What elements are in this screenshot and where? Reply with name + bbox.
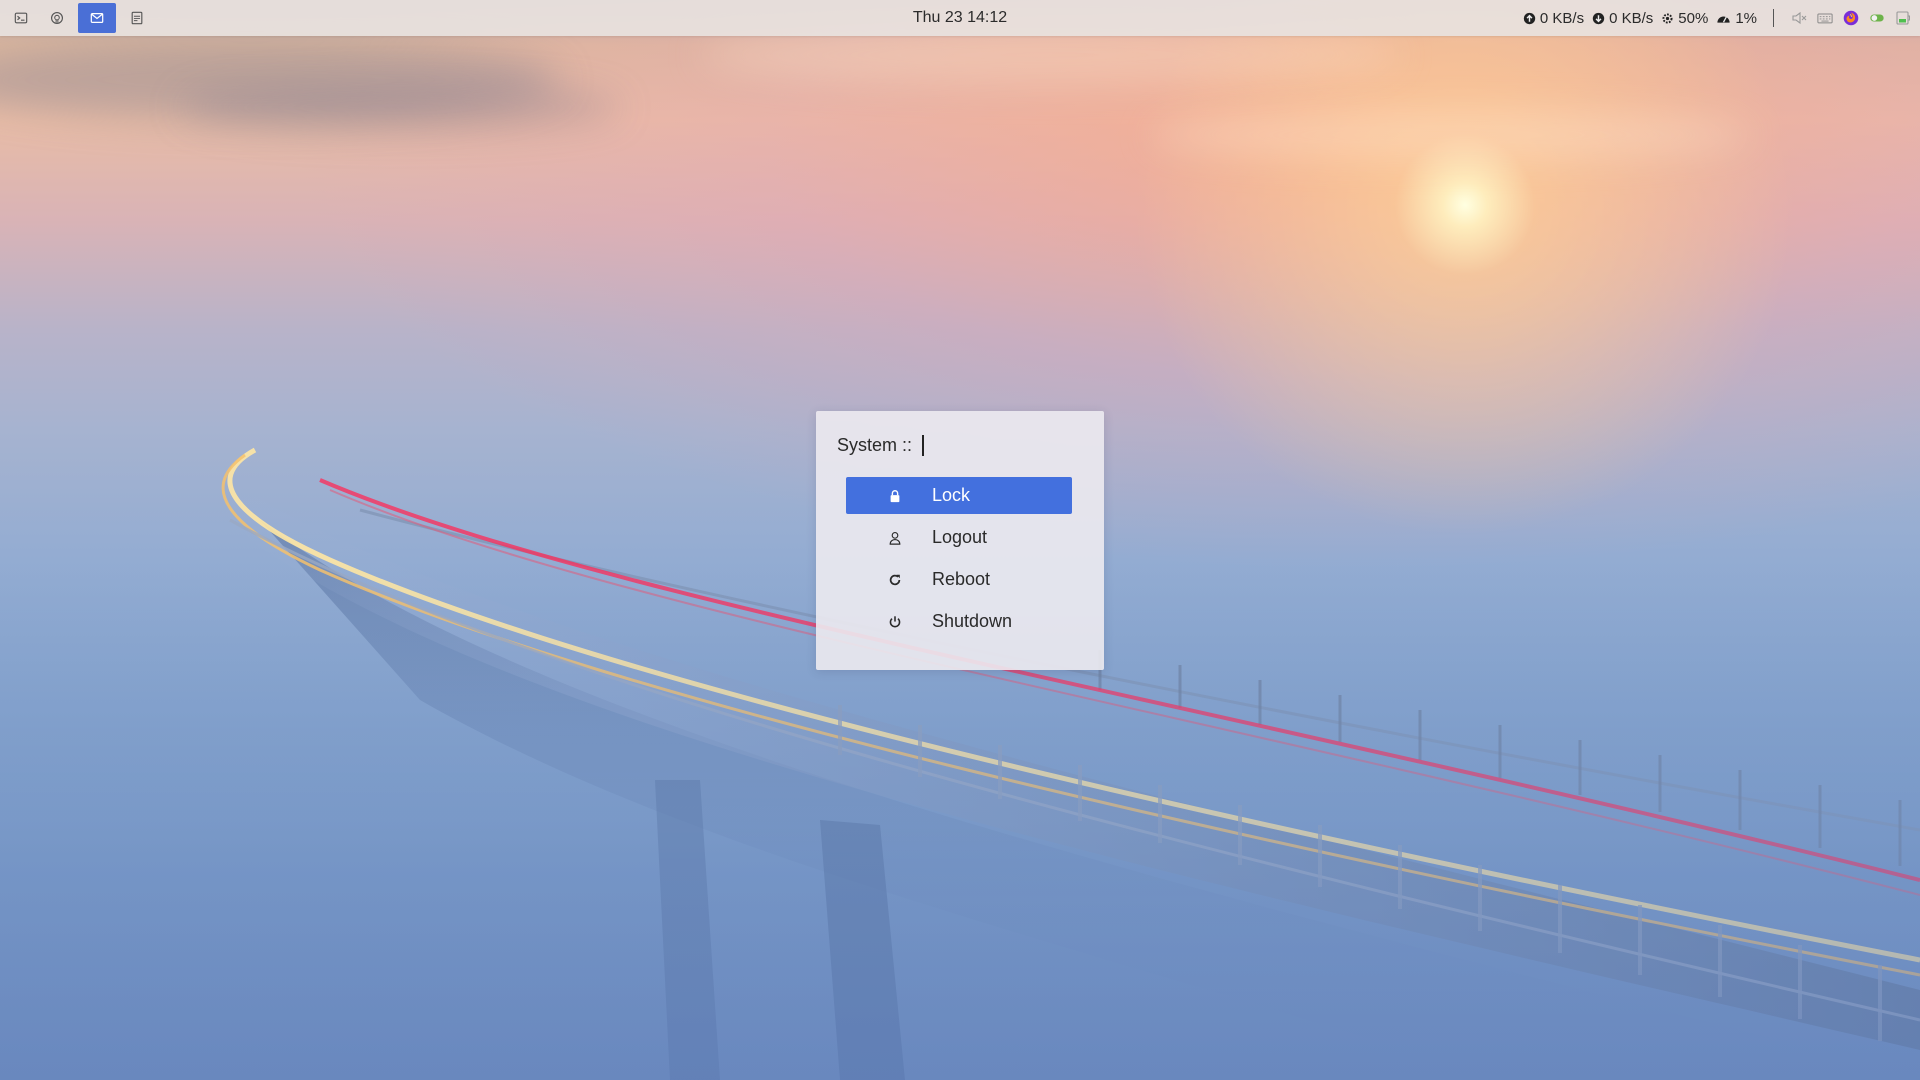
menu-list: Lock Logout Reboot Shutdown [846, 477, 1072, 645]
gauge-icon [1717, 15, 1730, 23]
menu-item-reboot[interactable]: Reboot [846, 561, 1072, 598]
separator [1773, 9, 1774, 27]
cpu-usage: 50% [1661, 10, 1708, 27]
document-icon [131, 11, 143, 25]
prompt-row: System :: [837, 435, 925, 456]
workspace-3-mail[interactable] [78, 3, 116, 33]
status-area: 0 KB/s 0 KB/s 50% 1% [1523, 0, 1912, 36]
upload-arrow-icon [1523, 12, 1536, 24]
toggle-icon[interactable] [1868, 9, 1886, 27]
volume-muted-icon[interactable] [1790, 9, 1808, 27]
memory-usage: 1% [1716, 10, 1757, 27]
menu-item-lock[interactable]: Lock [846, 477, 1072, 514]
menu-item-shutdown[interactable]: Shutdown [846, 603, 1072, 640]
workspace-4-document[interactable] [122, 3, 152, 33]
workspace-1-terminal[interactable] [6, 3, 36, 33]
menu-item-label: Logout [932, 527, 988, 547]
download-arrow-icon [1592, 12, 1605, 24]
reboot-icon [881, 573, 909, 587]
text-caret [922, 435, 925, 456]
github-icon [51, 12, 63, 24]
cpu-icon [1662, 12, 1673, 24]
upload-speed-value: 0 KB/s [1539, 9, 1585, 27]
menu-item-label: Reboot [932, 569, 991, 589]
memory-usage-value: 1% [1735, 9, 1757, 27]
terminal-icon [14, 12, 28, 24]
user-icon [881, 531, 909, 545]
system-menu-dialog: System :: Lock Logout Reboot Shutdown [816, 411, 1104, 670]
battery-icon[interactable] [1894, 9, 1912, 27]
power-icon [881, 615, 909, 629]
menu-item-logout[interactable]: Logout [846, 519, 1072, 556]
menu-item-label: Shutdown [932, 611, 1013, 631]
prompt-label: System :: [837, 435, 913, 455]
clock-text[interactable]: Thu 23 14:12 [913, 9, 1007, 26]
menu-item-label: Lock [932, 485, 971, 505]
firefox-icon[interactable] [1842, 9, 1860, 27]
download-speed: 0 KB/s [1592, 10, 1653, 27]
workspace-2-github[interactable] [42, 3, 72, 33]
cpu-usage-value: 50% [1678, 9, 1709, 27]
keyboard-icon[interactable] [1816, 9, 1834, 27]
mail-icon [90, 13, 104, 23]
upload-speed: 0 KB/s [1523, 10, 1584, 27]
workspace-switcher [6, 2, 152, 34]
lock-icon [881, 489, 909, 503]
top-panel: Thu 23 14:12 0 KB/s 0 KB/s 50% 1% [0, 0, 1920, 36]
download-speed-value: 0 KB/s [1609, 9, 1654, 27]
